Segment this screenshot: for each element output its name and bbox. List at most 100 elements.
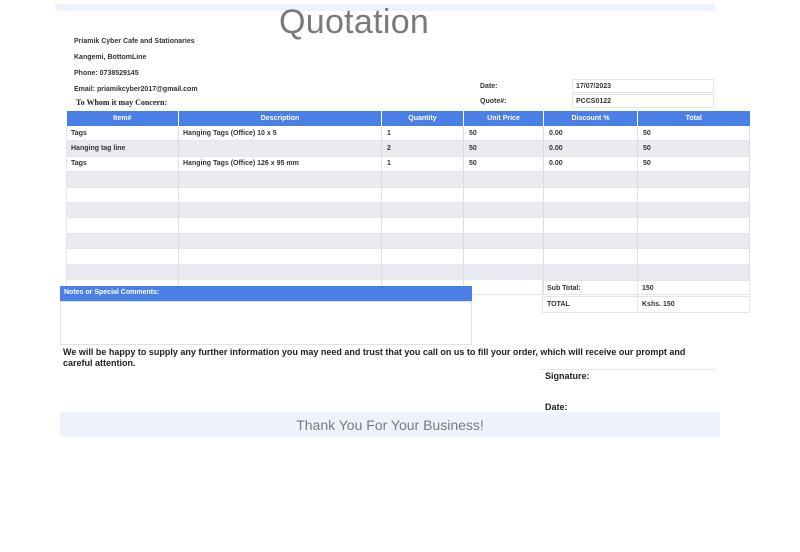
signature-divider [540, 369, 715, 370]
cell-quantity [381, 264, 464, 280]
cell-discount: 0.00 [543, 156, 638, 173]
total-label: TOTAL [542, 296, 638, 313]
cell-total: 50 [637, 156, 750, 173]
cell-description: Hanging Tags (Office) 126 x 95 mm [178, 156, 382, 173]
date-value: 17/07/2023 [572, 79, 714, 93]
cell-total [637, 248, 750, 265]
total-value: Kshs. 150 [637, 296, 750, 313]
totals-table: Sub Total: 150 TOTAL Kshs. 150 [542, 280, 750, 313]
cell-description [178, 217, 382, 234]
cell-quantity [381, 217, 464, 234]
notes-box[interactable] [60, 301, 472, 345]
company-name: Priamik Cyber Cafe and Stationaries [74, 38, 195, 45]
cell-quantity [381, 171, 464, 188]
table-row: Tags Hanging Tags (Office) 10 x 5 1 50 0.00 5… [66, 126, 750, 142]
cell-description: Hanging Tags (Office) 10 x 5 [178, 126, 382, 142]
cell-item [66, 202, 179, 219]
col-header-unit-price: Unit Price [463, 111, 544, 126]
subtotal-value: 150 [637, 280, 750, 297]
table-row [66, 171, 750, 188]
cell-unit-price [463, 233, 544, 250]
table-row: Tags Hanging Tags (Office) 126 x 95 mm 1 50… [66, 156, 750, 173]
cell-item [66, 217, 179, 234]
cell-discount [543, 217, 638, 234]
subtotal-label: Sub Total: [542, 280, 638, 297]
cell-discount [543, 202, 638, 219]
items-table-header: Item# Description Quantity Unit Price Di… [66, 111, 750, 126]
cell-unit-price [463, 202, 544, 219]
cell-quantity: 2 [381, 140, 464, 157]
items-table: Item# Description Quantity Unit Price Di… [66, 111, 750, 296]
cell-unit-price [463, 171, 544, 188]
cell-item [66, 171, 179, 188]
table-row: Hanging tag line 2 50 0.00 50 [66, 140, 750, 157]
cell-description [178, 202, 382, 219]
cell-discount [543, 248, 638, 265]
col-header-item: Item# [66, 111, 179, 126]
cell-discount [543, 171, 638, 188]
cell-unit-price: 50 [463, 140, 544, 157]
cell-item: Tags [66, 126, 179, 142]
col-header-discount: Discount % [543, 111, 638, 126]
table-row [66, 264, 750, 280]
cell-unit-price: 50 [463, 156, 544, 173]
quote-label: Quote#: [480, 98, 507, 105]
cell-description [178, 187, 382, 203]
cell-quantity [381, 233, 464, 250]
cell-discount: 0.00 [543, 126, 638, 142]
subtotal-row: Sub Total: 150 [542, 280, 750, 297]
cell-description [178, 171, 382, 188]
cell-total: 50 [637, 140, 750, 157]
table-row [66, 248, 750, 265]
cell-unit-price [463, 248, 544, 265]
sign-date-label: Date: [545, 402, 568, 412]
cell-discount [543, 264, 638, 280]
table-row [66, 233, 750, 250]
cell-quantity [381, 248, 464, 265]
page-title: Quotation [279, 3, 430, 41]
cell-quantity: 1 [381, 126, 464, 142]
cell-description [178, 233, 382, 250]
cell-total [637, 264, 750, 280]
cell-total: 50 [637, 126, 750, 142]
cell-item: Tags [66, 156, 179, 173]
cell-item [66, 233, 179, 250]
col-header-quantity: Quantity [381, 111, 464, 126]
cell-item [66, 264, 179, 280]
thank-you-banner: Thank You For Your Business! [60, 412, 720, 437]
cell-quantity [381, 202, 464, 219]
col-header-total: Total [637, 111, 750, 126]
cell-unit-price [463, 279, 544, 296]
signature-label: Signature: [545, 371, 590, 381]
to-whom-text: To Whom it may Concern: [76, 98, 168, 107]
closing-text: We will be happy to supply any further i… [63, 347, 686, 368]
company-email: Email: priamikcyber2017@gmail.com [74, 86, 198, 93]
col-header-description: Description [178, 111, 382, 126]
cell-description [178, 140, 382, 157]
total-row: TOTAL Kshs. 150 [542, 296, 750, 313]
notes-header: Notes or Special Comments: [60, 286, 472, 301]
cell-unit-price [463, 187, 544, 203]
cell-total [637, 187, 750, 203]
cell-discount [543, 187, 638, 203]
cell-unit-price [463, 264, 544, 280]
company-address: Kangemi, BottomLine [74, 54, 147, 61]
cell-total [637, 217, 750, 234]
date-label: Date: [480, 83, 498, 90]
cell-discount [543, 233, 638, 250]
company-phone: Phone: 0738529145 [74, 70, 139, 77]
cell-total [637, 202, 750, 219]
table-row [66, 217, 750, 234]
table-row [66, 202, 750, 219]
cell-discount: 0.00 [543, 140, 638, 157]
table-row [66, 187, 750, 203]
cell-unit-price: 50 [463, 126, 544, 142]
cell-item: Hanging tag line [66, 140, 179, 157]
cell-total [637, 233, 750, 250]
cell-description [178, 264, 382, 280]
cell-quantity: 1 [381, 156, 464, 173]
cell-description [178, 248, 382, 265]
cell-item [66, 187, 179, 203]
cell-total [637, 171, 750, 188]
quote-value: PCCS0122 [572, 94, 714, 108]
